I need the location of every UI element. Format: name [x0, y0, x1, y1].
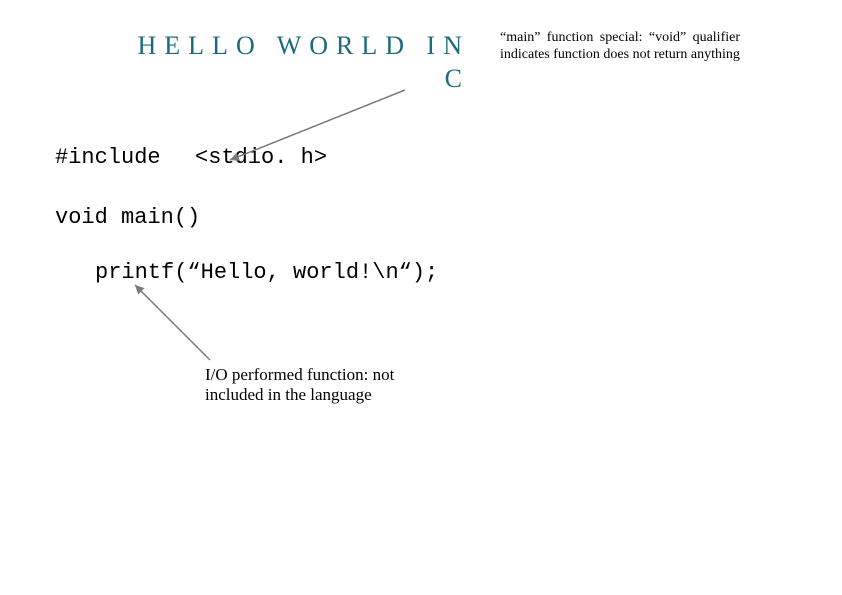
slide: HELLO WORLD IN C “main” function special… — [0, 0, 842, 595]
code-include-directive: #include — [55, 145, 161, 170]
code-include-header: <stdio. h> — [195, 145, 327, 170]
slide-title: HELLO WORLD IN C — [120, 30, 470, 95]
annotation-io-function: I/O performed function: not included in … — [205, 365, 455, 406]
arrow-to-printf-icon — [135, 285, 210, 360]
code-void-main: void main() — [55, 205, 200, 230]
code-printf-line: printf(“Hello, world!\n“); — [95, 260, 438, 285]
annotation-main-function: “main” function special: “void” qualifie… — [500, 30, 740, 64]
